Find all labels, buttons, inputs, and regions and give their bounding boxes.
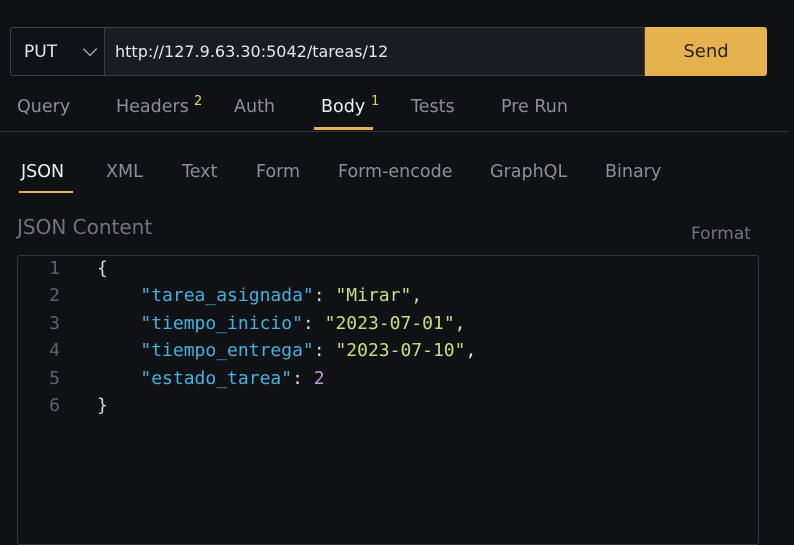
code-text: "tiempo_inicio": "2023-07-01", (97, 312, 466, 334)
json-punctuation: , (411, 285, 423, 307)
json-punctuation: } (97, 395, 108, 416)
tab-label: Query (17, 97, 71, 117)
json-punctuation: : (292, 367, 314, 389)
tab-text[interactable]: Text (182, 162, 217, 182)
body-type-tabs: JSON XML Text Form Form-encode GraphQL B… (0, 158, 794, 198)
code-text: "tiempo_entrega": "2023-07-10", (97, 340, 476, 361)
json-punctuation (97, 313, 140, 334)
json-punctuation: : (313, 285, 336, 307)
tab-label: Auth (234, 97, 276, 117)
line-number: 4 (49, 340, 60, 362)
url-input[interactable]: http://127.9.63.30:5042/tareas/12 (104, 27, 645, 76)
tab-xml[interactable]: XML (106, 162, 143, 182)
json-punctuation (97, 340, 140, 361)
tab-auth[interactable]: Auth (234, 97, 275, 117)
tab-label: Headers (116, 97, 189, 117)
tab-body[interactable]: Body 1 (321, 94, 379, 117)
json-string: "2023-07-01" (324, 312, 455, 334)
tab-pre-run[interactable]: Pre Run (501, 97, 568, 117)
tab-label: Body (321, 97, 366, 117)
line-number: 6 (49, 395, 60, 416)
code-text: } (97, 395, 108, 416)
tab-count-badge: 1 (371, 94, 380, 109)
tab-binary[interactable]: Binary (605, 162, 661, 182)
tab-query[interactable]: Query (17, 97, 70, 117)
request-bar: PUT http://127.9.63.30:5042/tareas/12 Se… (10, 27, 767, 76)
active-body-tab-indicator (19, 191, 73, 193)
method-select[interactable]: PUT (10, 27, 104, 76)
tab-json[interactable]: JSON (21, 162, 64, 182)
code-text: "estado_tarea": 2 (97, 367, 325, 389)
json-punctuation (97, 368, 140, 389)
json-editor[interactable]: 1 {2 "tarea_asignada": "Mirar", 3 "tiempo_… (17, 255, 759, 545)
json-number: 2 (313, 367, 325, 389)
line-number: 5 (49, 367, 60, 389)
line-number: 3 (49, 312, 60, 334)
json-string: "Mirar" (335, 285, 412, 307)
method-label: PUT (24, 41, 58, 62)
json-key: "tiempo_entrega" (140, 340, 314, 362)
tab-count-badge: 2 (194, 94, 203, 109)
tab-tests[interactable]: Tests (411, 97, 455, 117)
tab-form[interactable]: Form (256, 162, 300, 182)
json-punctuation (97, 285, 140, 306)
json-key: "estado_tarea" (140, 367, 293, 389)
line-number: 1 (49, 258, 60, 279)
section-title: JSON Content (17, 215, 153, 239)
json-punctuation: { (97, 258, 108, 279)
json-key: "tiempo_inicio" (140, 312, 303, 334)
chevron-down-icon (82, 41, 98, 56)
line-number: 2 (49, 285, 60, 307)
active-tab-indicator (314, 127, 373, 130)
json-punctuation: : (302, 312, 325, 334)
request-tabs: Query Headers 2 Auth Body 1 Tests Pre Ru… (0, 90, 788, 132)
json-punctuation: , (465, 340, 477, 362)
code-text: { (97, 258, 108, 279)
tab-graphql[interactable]: GraphQL (490, 162, 567, 182)
json-punctuation: , (454, 312, 466, 334)
tab-form-encode[interactable]: Form-encode (338, 162, 452, 182)
format-button[interactable]: Format (691, 224, 751, 244)
json-string: "2023-07-10" (335, 340, 466, 362)
json-key: "tarea_asignada" (140, 285, 314, 307)
tab-label: Pre Run (501, 97, 568, 117)
json-punctuation: : (313, 340, 336, 362)
code-text: "tarea_asignada": "Mirar", (97, 285, 422, 306)
tab-label: Tests (411, 97, 455, 117)
tab-headers[interactable]: Headers 2 (116, 94, 202, 117)
send-button[interactable]: Send (645, 27, 767, 76)
